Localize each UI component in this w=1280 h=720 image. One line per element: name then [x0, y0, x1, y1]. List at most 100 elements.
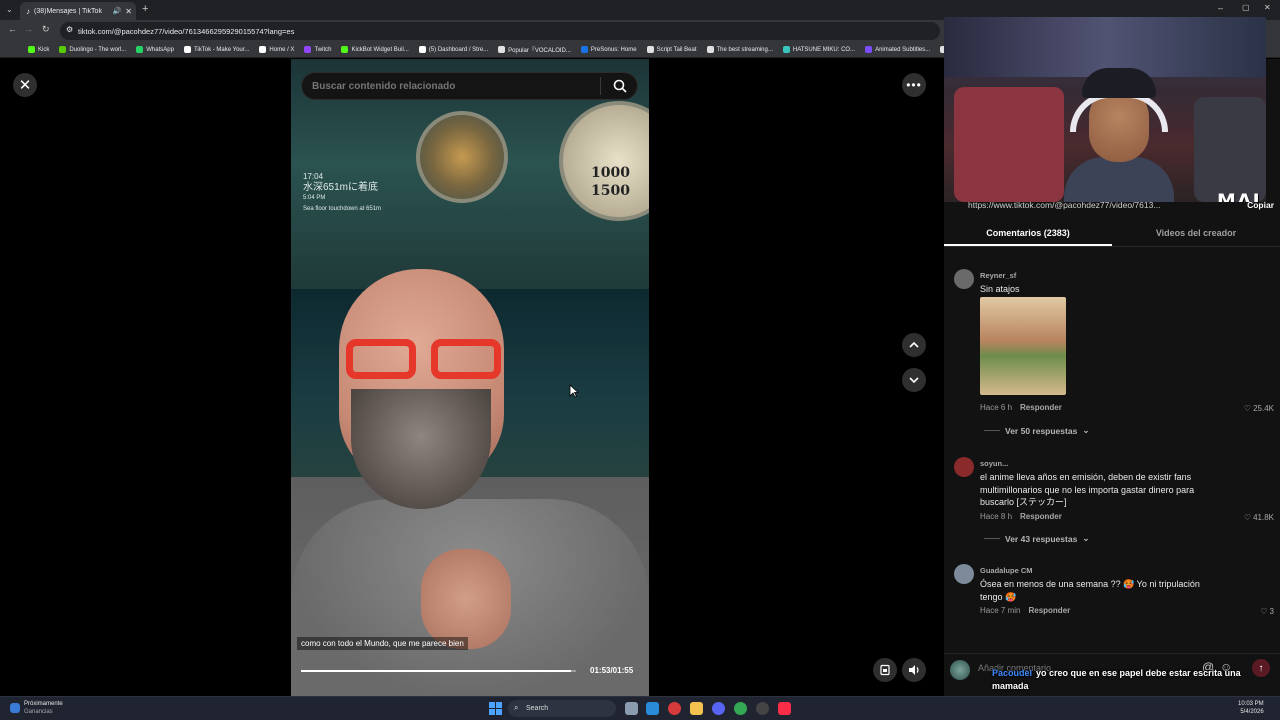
video-time: 01:53/01:55	[590, 666, 634, 675]
post-comment-button[interactable]: ↑	[1252, 659, 1270, 677]
previous-video-button[interactable]	[902, 333, 926, 357]
person-glasses	[346, 339, 511, 379]
bookmark-item[interactable]: Home / X	[259, 46, 294, 53]
bookmark-item[interactable]: HATSUNE MIKU: CO...	[782, 46, 856, 53]
chevron-down-icon	[909, 377, 919, 384]
window-close-button[interactable]: ✕	[1264, 3, 1271, 12]
avatar[interactable]	[954, 269, 974, 289]
bookmark-favicon-icon	[259, 46, 267, 53]
close-viewer-button[interactable]: ✕	[13, 73, 37, 97]
volume-button[interactable]	[902, 658, 926, 682]
system-clock[interactable]: 10:03 PM 5/4/2026	[1238, 700, 1264, 716]
tab-comments[interactable]: Comentarios (2383)	[944, 221, 1112, 246]
replies-line	[984, 430, 1000, 431]
bookmark-label: Twitch	[314, 46, 332, 53]
edge-icon[interactable]	[646, 702, 659, 715]
browser-tab[interactable]: ♪ (38)Mensajes | TikTok 🔊 ✕	[20, 2, 136, 20]
like-button[interactable]: ♡ 41.8K	[1244, 513, 1274, 522]
task-view-icon[interactable]	[625, 702, 638, 715]
start-button[interactable]	[489, 702, 502, 715]
opera-icon[interactable]	[668, 702, 681, 715]
tab-close-icon[interactable]: ✕	[125, 7, 132, 16]
gauge-numbers: 1000 1500	[591, 165, 630, 199]
more-options-button[interactable]: •••	[902, 73, 926, 97]
forward-icon[interactable]: →	[24, 24, 33, 34]
new-tab-button[interactable]: +	[142, 3, 148, 15]
bookmark-label: (5) Dashboard / Stre...	[428, 46, 489, 53]
tab-audio-icon[interactable]: 🔊	[113, 7, 122, 15]
tab-title: (38)Mensajes | TikTok	[34, 7, 102, 15]
like-button[interactable]: ♡ 3	[1260, 607, 1274, 616]
bookmark-favicon-icon	[28, 46, 35, 53]
gauge-right	[559, 101, 649, 221]
comment-time: Hace 7 min	[980, 606, 1021, 615]
comment-username[interactable]: soyun...	[980, 459, 1008, 468]
bookmark-favicon-icon	[183, 46, 191, 53]
comment-time: Hace 6 h	[980, 403, 1013, 412]
bookmark-item[interactable]: TikTok - Make Your...	[183, 46, 249, 53]
tab-creator-videos[interactable]: Videos del creador	[1112, 221, 1280, 246]
bookmark-favicon-icon	[498, 46, 506, 53]
search-icon[interactable]	[609, 75, 631, 97]
bookmark-item[interactable]: (5) Dashboard / Stre...	[418, 46, 489, 53]
view-replies-button[interactable]: Ver 50 respuestas ⌄	[984, 425, 1089, 436]
bookmark-favicon-icon	[136, 46, 144, 53]
bookmark-favicon-icon	[706, 46, 714, 53]
taskbar-search[interactable]: ⌕ Search	[508, 700, 616, 717]
bookmark-item[interactable]: Kick	[28, 46, 49, 53]
comment-item: Reyner_sf Sin atajos Hace 6 h Responder …	[954, 269, 1280, 439]
next-video-button[interactable]	[902, 368, 926, 392]
bookmark-item[interactable]: Script Tail Beat	[646, 46, 697, 53]
bookmark-favicon-icon	[782, 46, 790, 53]
bookmark-item[interactable]: Duolingo - The worl...	[59, 46, 126, 53]
bookmark-item[interactable]: Popular「VOCALOID...	[498, 45, 571, 54]
site-info-icon[interactable]: ⚙	[66, 25, 73, 34]
progress-bar[interactable]	[301, 670, 576, 672]
more-icon: •••	[906, 78, 922, 92]
view-replies-button[interactable]: Ver 43 respuestas ⌄	[984, 533, 1089, 544]
reply-button[interactable]: Responder	[1020, 512, 1062, 521]
like-button[interactable]: ♡ 25.4K	[1244, 404, 1274, 413]
captions-button[interactable]	[873, 658, 897, 682]
bookmark-item[interactable]: Twitch	[304, 46, 331, 53]
comment-username[interactable]: Guadalupe CM	[980, 566, 1033, 575]
minimize-button[interactable]: –	[1218, 3, 1223, 13]
reply-button[interactable]: Responder	[1020, 403, 1062, 412]
widgets-button[interactable]: Próximamente Ganancias	[10, 700, 63, 716]
bookmark-label: HATSUNE MIKU: CO...	[792, 46, 856, 53]
bookmark-item[interactable]: KickBot Widget Buil...	[341, 46, 409, 53]
like-count: 41.8K	[1253, 513, 1274, 522]
avatar[interactable]	[954, 457, 974, 477]
reload-icon[interactable]: ↻	[42, 24, 50, 35]
widget-line1: Próximamente	[24, 701, 63, 707]
bookmark-label: Popular「VOCALOID...	[508, 48, 571, 54]
bookmark-favicon-icon	[580, 46, 588, 53]
reply-button[interactable]: Responder	[1028, 606, 1070, 615]
comment-item: Guadalupe CM Ósea en menos de una semana…	[954, 564, 1280, 624]
avatar	[950, 660, 970, 680]
heart-icon: ♡	[1243, 513, 1252, 522]
back-icon[interactable]: ←	[8, 24, 17, 34]
overlay-title: 水深651mに着底	[303, 182, 379, 193]
maximize-button[interactable]: ▢	[1242, 3, 1250, 12]
comment-username[interactable]: Reyner_sf	[980, 271, 1016, 280]
bookmark-item[interactable]: PreSonus: Home	[580, 46, 637, 53]
bookmark-item[interactable]: WhatsApp	[136, 46, 174, 53]
related-search-bar[interactable]	[301, 72, 638, 100]
music-icon[interactable]	[778, 702, 791, 715]
view-replies-label: Ver 50 respuestas	[1005, 425, 1078, 436]
discord-icon[interactable]	[712, 702, 725, 715]
bookmark-item[interactable]: The best streaming...	[706, 46, 773, 53]
avatar[interactable]	[954, 564, 974, 584]
file-explorer-icon[interactable]	[690, 702, 703, 715]
related-search-input[interactable]	[312, 80, 600, 92]
video-player[interactable]: 1000 1500 17:04 水深651mに着底 5:04 PM Sea fl…	[291, 59, 649, 696]
bookmark-favicon-icon	[341, 46, 349, 53]
obs-icon[interactable]	[756, 702, 769, 715]
url-input[interactable]: ⚙ tiktok.com/@pacohdez77/video/761346629…	[60, 22, 940, 40]
tab-list-icon[interactable]: ⌄	[6, 5, 13, 14]
bookmark-item[interactable]: Animated Subtitles...	[865, 46, 930, 53]
person-fist	[421, 549, 511, 649]
bookmark-favicon-icon	[865, 46, 873, 53]
chrome-icon[interactable]	[734, 702, 747, 715]
